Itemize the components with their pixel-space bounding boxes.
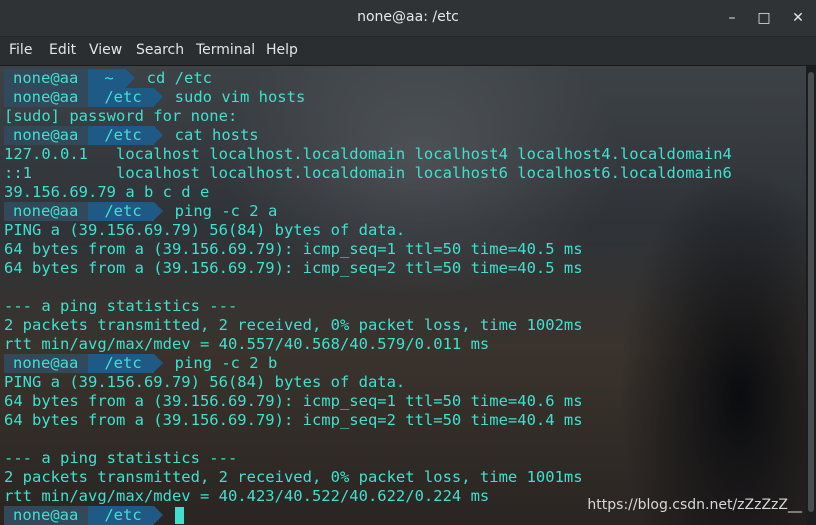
prompt-dir: /etc: [88, 202, 154, 221]
output-line: 64 bytes from a (39.156.69.79): icmp_seq…: [4, 240, 583, 258]
prompt-dir: /etc: [88, 506, 154, 525]
prompt-dir: /etc: [88, 126, 154, 145]
maximize-button[interactable]: □: [754, 8, 774, 28]
output-line: rtt min/avg/max/mdev = 40.423/40.522/40.…: [4, 487, 490, 505]
title-bar[interactable]: none@aa: /etc – □ ✕: [0, 0, 816, 37]
prompt-end-arrow: [153, 354, 163, 372]
prompt-line: none@aa/etc sudo vim hosts: [4, 88, 305, 107]
prompt-end-arrow: [153, 202, 163, 220]
prompt-line: none@aa/etc: [4, 506, 184, 525]
scrollbar-thumb[interactable]: [808, 72, 814, 512]
prompt-user: none@aa: [4, 506, 89, 525]
prompt-dir: /etc: [88, 88, 154, 107]
scrollbar[interactable]: [806, 66, 816, 525]
terminal-output[interactable]: none@aa ~ cd /etc none@aa/etc sudo vim hosts…: [0, 66, 806, 525]
output-line: 127.0.0.1 localhost localhost.localdomai…: [4, 145, 732, 163]
prompt-line: none@aa ~ cd /etc: [4, 69, 212, 88]
menu-bar: File Edit View Search Terminal Help: [0, 37, 816, 66]
prompt-user: none@aa: [4, 126, 89, 145]
output-line: ::1 localhost localhost.localdomain loca…: [4, 164, 732, 182]
menu-view[interactable]: View: [89, 42, 122, 58]
prompt-line: none@aa/etc ping -c 2 a: [4, 202, 277, 221]
output-line: [sudo] password for none:: [4, 107, 238, 125]
output-line: --- a ping statistics ---: [4, 449, 238, 467]
prompt-user: none@aa: [4, 202, 89, 221]
command-text: cat hosts: [174, 126, 259, 144]
command-text: ping -c 2 a: [174, 202, 278, 220]
output-line: 64 bytes from a (39.156.69.79): icmp_seq…: [4, 411, 583, 429]
menu-file[interactable]: File: [9, 42, 32, 58]
command-text: sudo vim hosts: [174, 88, 306, 106]
prompt-dir: ~: [88, 69, 126, 88]
text-cursor: [174, 507, 184, 524]
command-text: cd /etc: [146, 69, 212, 87]
output-line: 39.156.69.79 a b c d e: [4, 183, 210, 201]
output-line: 2 packets transmitted, 2 received, 0% pa…: [4, 468, 583, 486]
output-line: 64 bytes from a (39.156.69.79): icmp_seq…: [4, 392, 583, 410]
prompt-user: none@aa: [4, 88, 89, 107]
prompt-user: none@aa: [4, 69, 89, 88]
menu-help[interactable]: Help: [266, 42, 298, 58]
window-title: none@aa: /etc: [357, 9, 459, 25]
output-line: --- a ping statistics ---: [4, 297, 238, 315]
prompt-end-arrow: [153, 88, 163, 106]
minimize-button[interactable]: –: [722, 8, 742, 28]
output-line: 2 packets transmitted, 2 received, 0% pa…: [4, 316, 583, 334]
output-line: rtt min/avg/max/mdev = 40.557/40.568/40.…: [4, 335, 490, 353]
close-button[interactable]: ✕: [788, 8, 808, 28]
menu-search[interactable]: Search: [136, 42, 184, 58]
prompt-line: none@aa/etc ping -c 2 b: [4, 354, 277, 373]
prompt-dir: /etc: [88, 354, 154, 373]
menu-edit[interactable]: Edit: [49, 42, 76, 58]
prompt-line: none@aa/etc cat hosts: [4, 126, 259, 145]
menu-terminal[interactable]: Terminal: [196, 42, 255, 58]
prompt-user: none@aa: [4, 354, 89, 373]
output-line: PING a (39.156.69.79) 56(84) bytes of da…: [4, 373, 406, 391]
command-text: ping -c 2 b: [174, 354, 278, 372]
prompt-end-arrow: [153, 506, 163, 524]
output-line: PING a (39.156.69.79) 56(84) bytes of da…: [4, 221, 406, 239]
prompt-end-arrow: [125, 69, 135, 87]
watermark: https://blog.csdn.net/zZzZzZ__: [587, 497, 802, 513]
prompt-end-arrow: [153, 126, 163, 144]
output-line: 64 bytes from a (39.156.69.79): icmp_seq…: [4, 259, 583, 277]
